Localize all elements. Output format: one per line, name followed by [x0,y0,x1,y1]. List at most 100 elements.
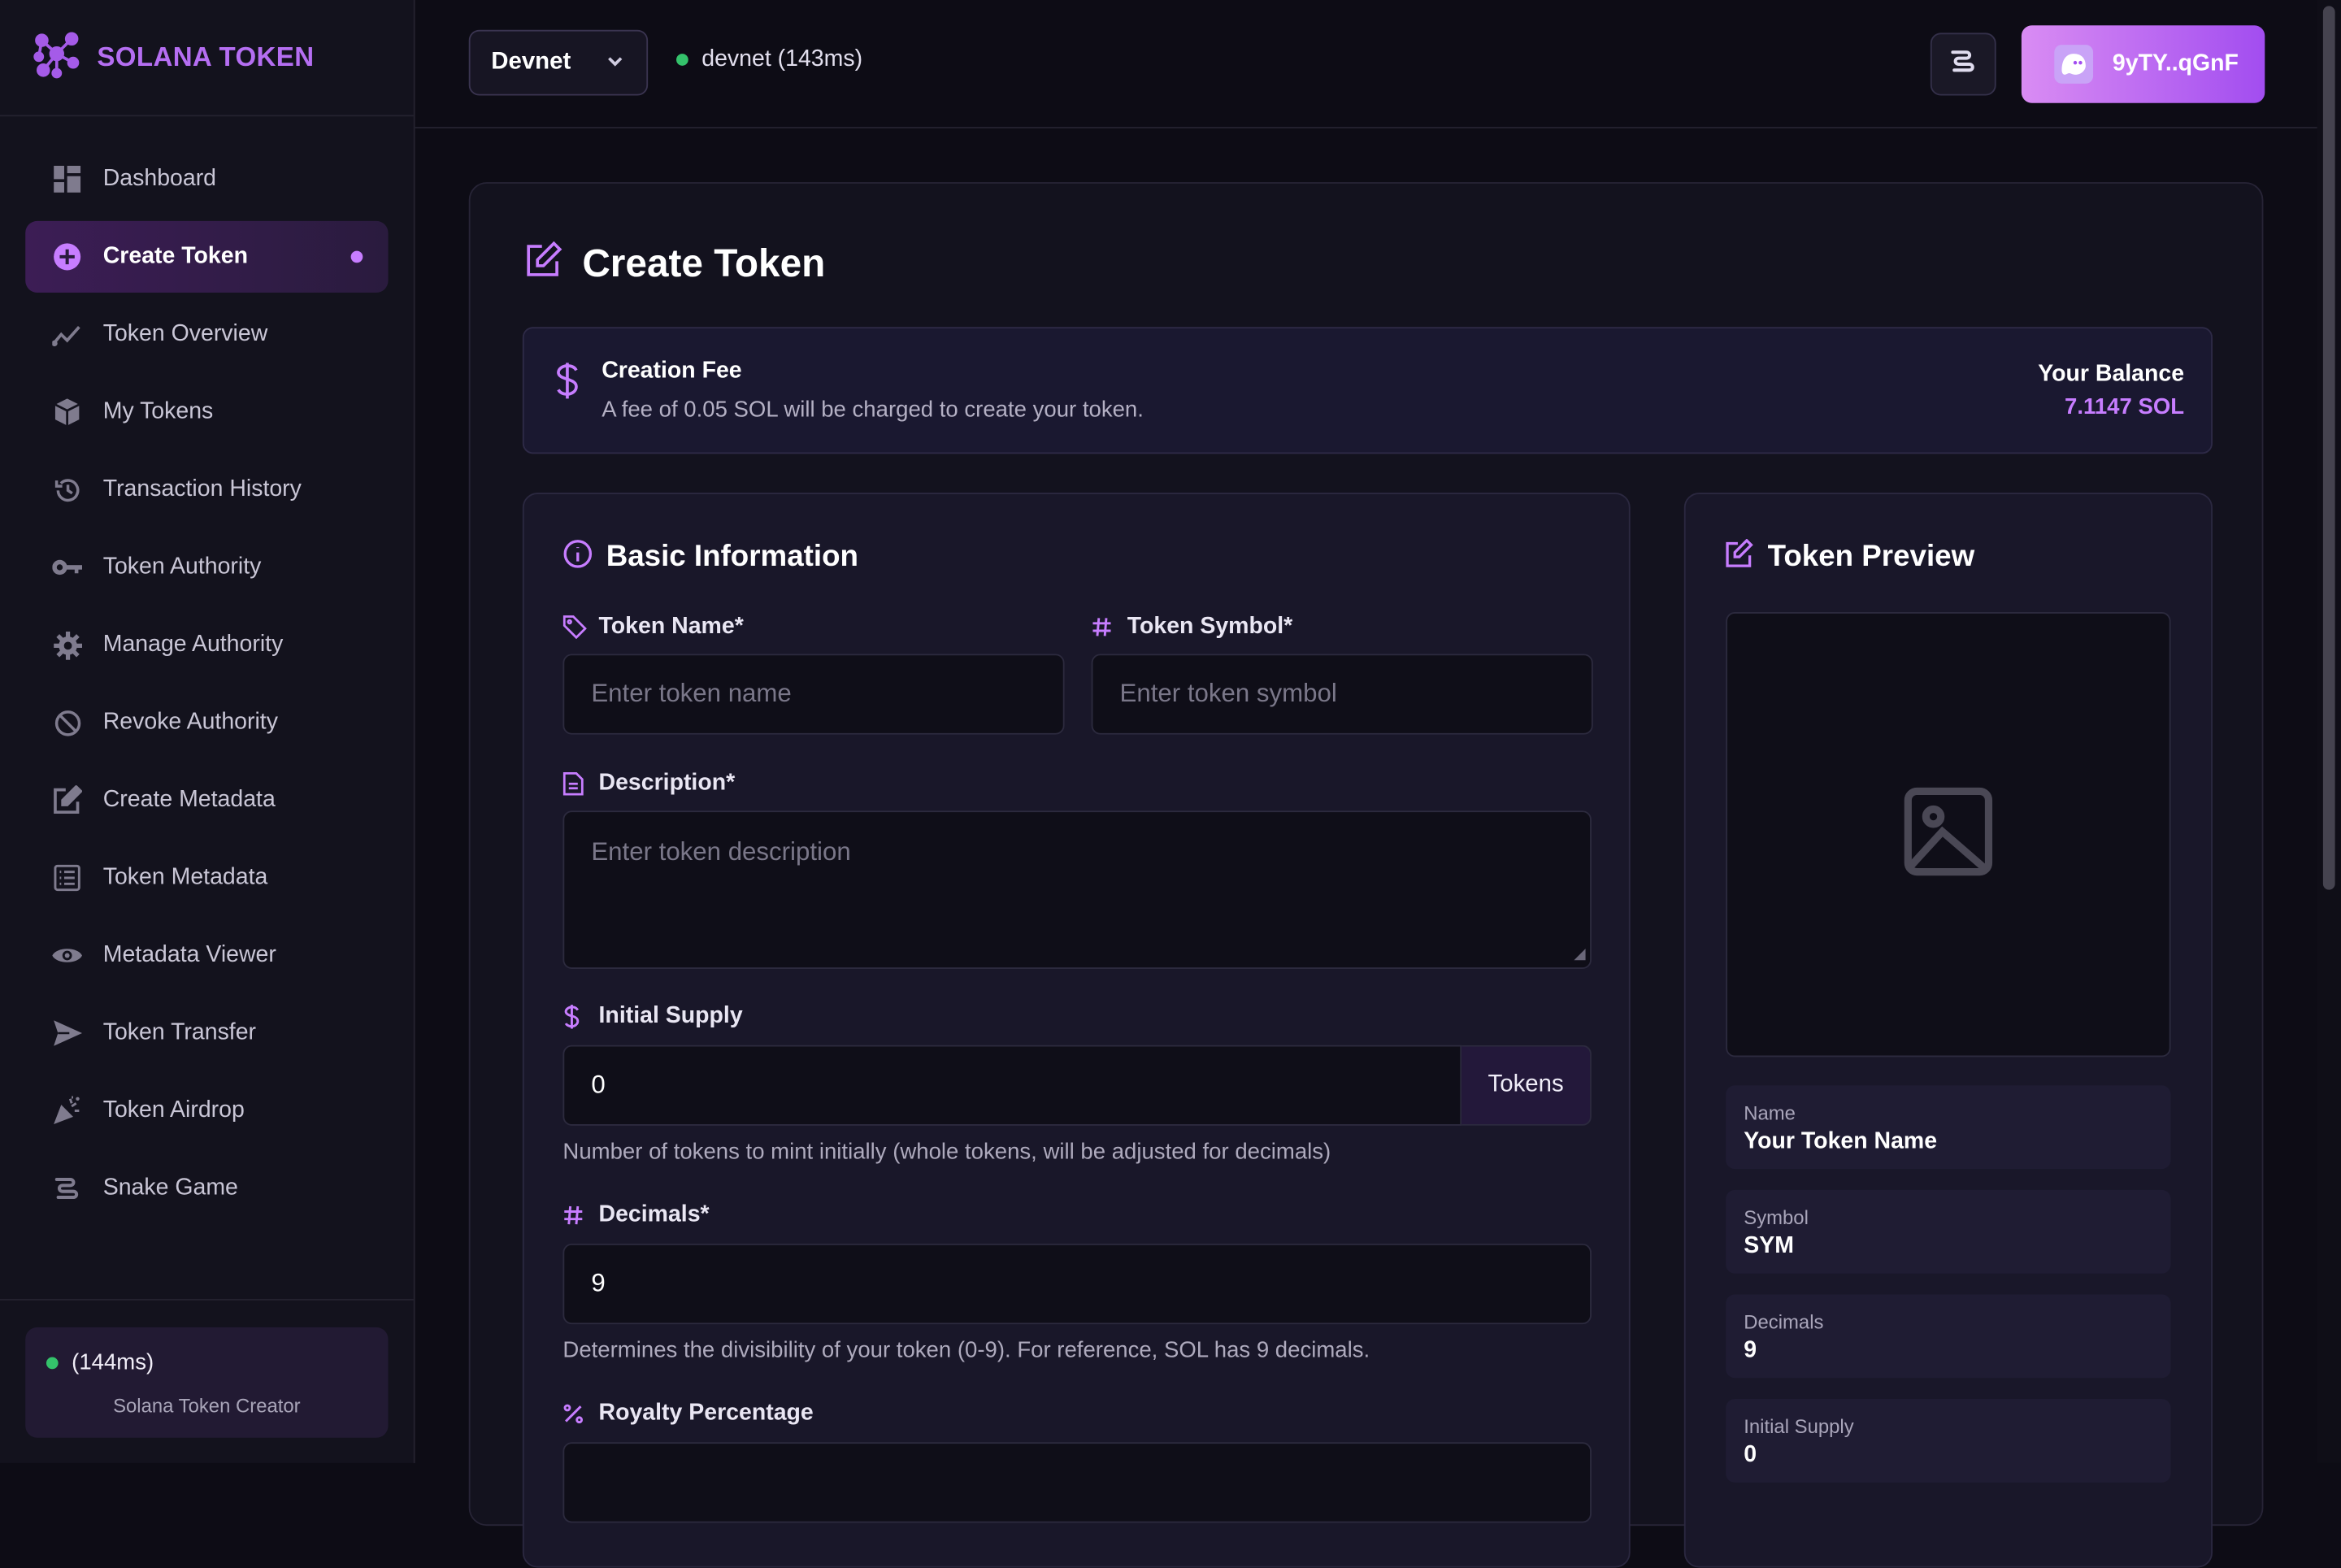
description-label: Description* [562,771,735,797]
preview-symbol-value: SYM [1744,1233,1794,1259]
royalty-label-text: Royalty Percentage [598,1400,814,1427]
connection-latency: (144ms) [72,1349,154,1375]
network-status-text: devnet (143ms) [701,46,863,72]
sidebar-footer: (144ms) Solana Token Creator [0,1298,414,1463]
sidebar: SOLANA TOKEN Dashboard Create Token Toke… [0,0,415,1463]
sidebar-item-label: Snake Game [102,1175,238,1201]
connection-status-line: (144ms) [46,1349,154,1375]
ban-icon [52,708,82,738]
royalty-label: Royalty Percentage [562,1400,814,1427]
key-icon [52,553,83,583]
token-name-input[interactable]: Enter token name [562,654,1065,735]
page-title-text: Create Token [582,240,826,285]
network-status: devnet (143ms) [676,46,862,73]
history-icon [52,475,82,505]
hash-icon [562,1205,586,1226]
initial-supply-input[interactable]: 0 [562,1045,1462,1126]
token-image-placeholder[interactable] [1726,612,2171,1058]
preview-name-value: Your Token Name [1744,1128,1938,1154]
sidebar-item-transaction-history[interactable]: Transaction History [25,454,388,525]
phantom-ghost-icon [2054,45,2094,84]
initial-supply-hint: Number of tokens to mint initially (whol… [562,1139,1331,1165]
chart-line-icon [52,319,82,350]
network-online-dot [676,54,688,66]
status-online-dot [46,1356,59,1369]
token-symbol-label: Token Symbol* [1092,613,1293,641]
gear-icon [52,630,82,660]
dollar-icon [562,1003,586,1030]
edit-icon [1724,538,1754,576]
scrollbar-thumb[interactable] [2322,6,2335,890]
dashboard-icon [52,164,82,194]
sidebar-item-label: Manage Authority [102,631,284,658]
cube-icon [52,397,82,428]
initial-supply-value: 0 [591,1070,606,1099]
tag-icon [562,615,587,640]
edit-icon [524,241,563,287]
preview-decimals-field: Decimals 9 [1726,1294,2171,1379]
basic-information-heading: Basic Information [562,539,858,576]
image-icon [1904,786,1993,883]
token-preview-heading: Token Preview [1724,538,1975,576]
creation-fee-banner: Creation Fee A fee of 0.05 SOL will be c… [522,327,2213,454]
sidebar-item-my-tokens[interactable]: My Tokens [25,376,388,448]
top-header: Devnet devnet (143ms) 9yTY..qGnF [415,0,2341,128]
sidebar-item-metadata-viewer[interactable]: Metadata Viewer [25,919,388,991]
token-symbol-label-text: Token Symbol* [1127,613,1293,640]
sidebar-item-create-token[interactable]: Create Token [25,220,389,293]
sidebar-item-token-airdrop[interactable]: Token Airdrop [25,1075,388,1146]
decimals-value: 9 [591,1269,606,1298]
wallet-button[interactable]: 9yTY..qGnF [2021,25,2265,103]
network-select[interactable]: Devnet [468,29,649,96]
preview-name-field: Name Your Token Name [1726,1085,2171,1170]
sidebar-item-token-authority[interactable]: Token Authority [25,532,388,603]
sidebar-item-label: Token Authority [102,554,262,580]
sidebar-item-label: Token Transfer [102,1019,257,1045]
token-name-placeholder: Enter token name [591,679,792,708]
snake-game-button[interactable] [1930,33,1996,96]
creation-fee-title: Creation Fee [602,358,742,384]
description-textarea[interactable]: Enter token description ◢ [562,810,1592,970]
basic-information-section: Basic Information Token Name* Enter toke… [522,493,1631,1568]
sidebar-item-create-metadata[interactable]: Create Metadata [25,764,388,836]
sidebar-item-token-transfer[interactable]: Token Transfer [25,997,388,1069]
sidebar-item-label: Token Airdrop [102,1097,245,1123]
decimals-hint: Determines the divisibility of your toke… [562,1337,1370,1363]
token-preview-title: Token Preview [1767,540,1975,574]
resize-handle-icon[interactable]: ◢ [1574,946,1585,962]
royalty-input[interactable] [562,1442,1592,1523]
decimals-input[interactable]: 9 [562,1243,1592,1325]
sidebar-item-token-metadata[interactable]: Token Metadata [25,842,388,914]
preview-name-label: Name [1744,1101,1796,1125]
decimals-label: Decimals* [562,1202,710,1229]
sidebar-item-label: Metadata Viewer [102,941,276,968]
sidebar-item-revoke-authority[interactable]: Revoke Authority [25,687,388,758]
sidebar-item-snake-game[interactable]: Snake Game [25,1153,388,1224]
preview-initial-supply-label: Initial Supply [1744,1415,1854,1438]
network-select-value: Devnet [491,49,571,75]
brand[interactable]: SOLANA TOKEN [0,0,414,117]
sidebar-item-dashboard[interactable]: Dashboard [25,143,388,215]
plus-circle-icon [52,242,82,272]
snake-icon [52,1174,82,1204]
balance-value: 7.1147 SOL [2065,393,2185,420]
preview-initial-supply-value: 0 [1744,1442,1757,1468]
preview-initial-supply-field: Initial Supply 0 [1726,1398,2171,1483]
token-symbol-input[interactable]: Enter token symbol [1091,654,1593,735]
sidebar-item-token-overview[interactable]: Token Overview [25,298,388,370]
preview-symbol-label: Symbol [1744,1206,1809,1229]
sidebar-item-manage-authority[interactable]: Manage Authority [25,609,388,680]
party-icon [52,1096,82,1126]
preview-decimals-label: Decimals [1744,1310,1824,1334]
page-scrollbar[interactable] [2317,0,2341,1463]
info-icon [562,539,593,576]
chevron-down-icon [605,50,626,79]
sidebar-item-label: Token Metadata [102,864,268,890]
connection-status-card: (144ms) Solana Token Creator [25,1327,389,1438]
basic-information-title: Basic Information [606,540,858,574]
sidebar-nav: Dashboard Create Token Token Overview My… [0,116,414,1224]
eye-icon [52,940,83,971]
sidebar-item-label: Revoke Authority [102,709,278,735]
snake-icon [1948,47,1978,81]
initial-supply-unit: Tokens [1461,1045,1592,1126]
